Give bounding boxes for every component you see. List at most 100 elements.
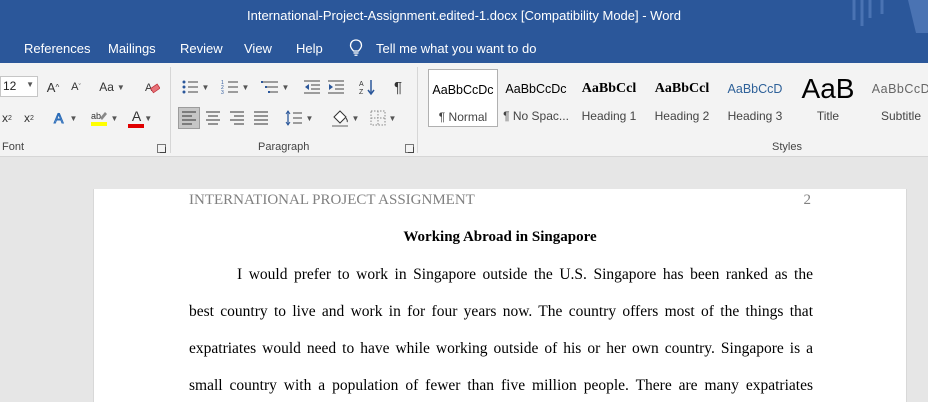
align-right-button[interactable] bbox=[226, 107, 248, 129]
change-case-button[interactable]: Aa ▼ bbox=[96, 76, 128, 98]
style-heading-2[interactable]: AaBbCcl Heading 2 bbox=[647, 69, 717, 127]
change-case-label: Aa bbox=[99, 80, 114, 94]
style-preview: AaBbCcl bbox=[581, 81, 637, 96]
tab-mailings[interactable]: Mailings bbox=[108, 41, 156, 56]
pilcrow-icon: ¶ bbox=[393, 78, 403, 96]
body-line: I would prefer to work in Singapore outs… bbox=[237, 266, 813, 283]
chevron-down-icon: ▼ bbox=[116, 82, 125, 92]
style-preview: AaBbCcD bbox=[727, 82, 783, 96]
tab-review[interactable]: Review bbox=[180, 41, 223, 56]
align-center-button[interactable] bbox=[202, 107, 224, 129]
font-color-label: A bbox=[131, 108, 142, 124]
bullets-button[interactable]: ▼ bbox=[178, 76, 212, 98]
shrink-font-button[interactable]: Aˇ bbox=[68, 76, 84, 98]
running-header: INTERNATIONAL PROJECT ASSIGNMENT bbox=[189, 192, 475, 208]
line-spacing-icon bbox=[285, 110, 302, 126]
justify-button[interactable] bbox=[250, 107, 272, 129]
sort-button[interactable]: A Z bbox=[356, 76, 378, 98]
multilevel-list-button[interactable]: ▼ bbox=[258, 76, 292, 98]
chevron-down-icon: ▼ bbox=[69, 113, 78, 123]
style-subtitle[interactable]: AaBbCcD Subtitle bbox=[866, 69, 928, 127]
increase-indent-button[interactable] bbox=[326, 76, 346, 98]
style-label: Heading 1 bbox=[581, 109, 637, 123]
decrease-indent-icon bbox=[304, 80, 320, 94]
tell-me-search[interactable]: Tell me what you want to do bbox=[376, 41, 536, 56]
style-title[interactable]: AaB Title bbox=[793, 69, 863, 127]
chevron-down-icon: ▼ bbox=[305, 113, 314, 123]
style-normal[interactable]: AaBbCcDc ¶ Normal bbox=[428, 69, 498, 127]
line-spacing-button[interactable]: ▼ bbox=[282, 107, 316, 129]
style-preview: AaB bbox=[801, 73, 855, 104]
style-label: ¶ No Spac... bbox=[503, 109, 569, 123]
style-heading-3[interactable]: AaBbCcD Heading 3 bbox=[720, 69, 790, 127]
body-line: small country with a population of fewer… bbox=[189, 377, 813, 394]
tab-help[interactable]: Help bbox=[296, 41, 323, 56]
styles-gallery: AaBbCcDc ¶ Normal AaBbCcDc ¶ No Spac... … bbox=[428, 69, 928, 129]
document-page[interactable]: INTERNATIONAL PROJECT ASSIGNMENT 2 Worki… bbox=[93, 189, 907, 402]
align-right-icon bbox=[230, 111, 244, 125]
decrease-indent-button[interactable] bbox=[302, 76, 322, 98]
subscript-mark: 2 bbox=[8, 114, 12, 122]
shading-button[interactable]: ▼ bbox=[328, 107, 362, 129]
chevron-down-icon: ▼ bbox=[26, 80, 34, 89]
ribbon-tabs: References Mailings Review View Help Tel… bbox=[0, 33, 928, 63]
multilevel-list-icon bbox=[260, 81, 278, 93]
align-left-button[interactable] bbox=[178, 107, 200, 129]
page-number: 2 bbox=[803, 192, 812, 208]
body-line: expatriates would need to have while wor… bbox=[189, 340, 813, 357]
svg-text:A: A bbox=[54, 110, 64, 126]
title-bar-pattern bbox=[852, 0, 928, 33]
style-label: Title bbox=[816, 109, 840, 123]
superscript-button[interactable]: x2 bbox=[20, 107, 38, 129]
svg-text:ab: ab bbox=[91, 111, 101, 121]
justify-icon bbox=[254, 111, 268, 125]
paragraph-dialog-launcher[interactable] bbox=[405, 144, 414, 153]
style-label: Heading 2 bbox=[654, 109, 710, 123]
align-center-icon bbox=[206, 111, 220, 125]
caret-up-icon: ^ bbox=[55, 82, 60, 92]
style-label: Heading 3 bbox=[727, 109, 783, 123]
chevron-down-icon: ▼ bbox=[201, 82, 210, 92]
font-dialog-launcher[interactable] bbox=[157, 144, 166, 153]
svg-text:A: A bbox=[359, 81, 364, 88]
document-title: Working Abroad in Singapore bbox=[403, 229, 597, 245]
font-size-box[interactable]: 12 ▼ bbox=[0, 76, 38, 97]
text-effects-button[interactable]: A ▼ bbox=[50, 107, 80, 129]
tab-references[interactable]: References bbox=[24, 41, 90, 56]
superscript-mark: 2 bbox=[30, 114, 34, 122]
chevron-down-icon: ▼ bbox=[110, 113, 119, 123]
shrink-font-label: A bbox=[71, 81, 79, 93]
grow-font-button[interactable]: A ^ bbox=[44, 76, 62, 98]
style-preview: AaBbCcDc bbox=[432, 83, 494, 97]
style-preview: AaBbCcDc bbox=[505, 82, 567, 96]
body-line: best country to live and work in for fou… bbox=[189, 303, 813, 320]
style-heading-1[interactable]: AaBbCcl Heading 1 bbox=[574, 69, 644, 127]
style-label: ¶ Normal bbox=[438, 110, 488, 124]
clear-formatting-button[interactable]: A bbox=[142, 76, 162, 98]
subscript-button[interactable]: x2 bbox=[0, 107, 14, 129]
font-size-value: 12 bbox=[3, 79, 17, 93]
bullets-icon bbox=[182, 80, 198, 94]
style-no-spacing[interactable]: AaBbCcDc ¶ No Spac... bbox=[501, 69, 571, 127]
group-separator bbox=[170, 67, 171, 153]
show-formatting-button[interactable]: ¶ bbox=[388, 76, 408, 98]
highlighter-icon: ab bbox=[90, 111, 107, 126]
numbering-icon: 1 2 3 bbox=[221, 80, 238, 95]
sort-icon: A Z bbox=[359, 80, 375, 96]
title-bar: International-Project-Assignment.edited-… bbox=[0, 0, 928, 33]
highlight-color-button[interactable]: ab ▼ bbox=[88, 107, 120, 129]
chevron-down-icon: ▼ bbox=[351, 113, 360, 123]
numbering-button[interactable]: 1 2 3 ▼ bbox=[218, 76, 252, 98]
chevron-down-icon: ▼ bbox=[388, 113, 397, 123]
font-color-swatch bbox=[128, 124, 144, 128]
borders-icon bbox=[370, 110, 386, 126]
font-group-label: Font bbox=[2, 141, 25, 153]
svg-text:Z: Z bbox=[359, 89, 364, 96]
tab-view[interactable]: View bbox=[244, 41, 272, 56]
chevron-down-icon: ▼ bbox=[144, 113, 153, 123]
paragraph-group-label: Paragraph bbox=[258, 141, 310, 153]
style-preview: AaBbCcD bbox=[871, 82, 928, 96]
window-title: International-Project-Assignment.edited-… bbox=[246, 8, 681, 23]
borders-button[interactable]: ▼ bbox=[366, 107, 400, 129]
ribbon: 12 ▼ A ^ Aˇ Aa ▼ A x2 x2 A ▼ ab ▼ A ▼ Font bbox=[0, 63, 928, 157]
